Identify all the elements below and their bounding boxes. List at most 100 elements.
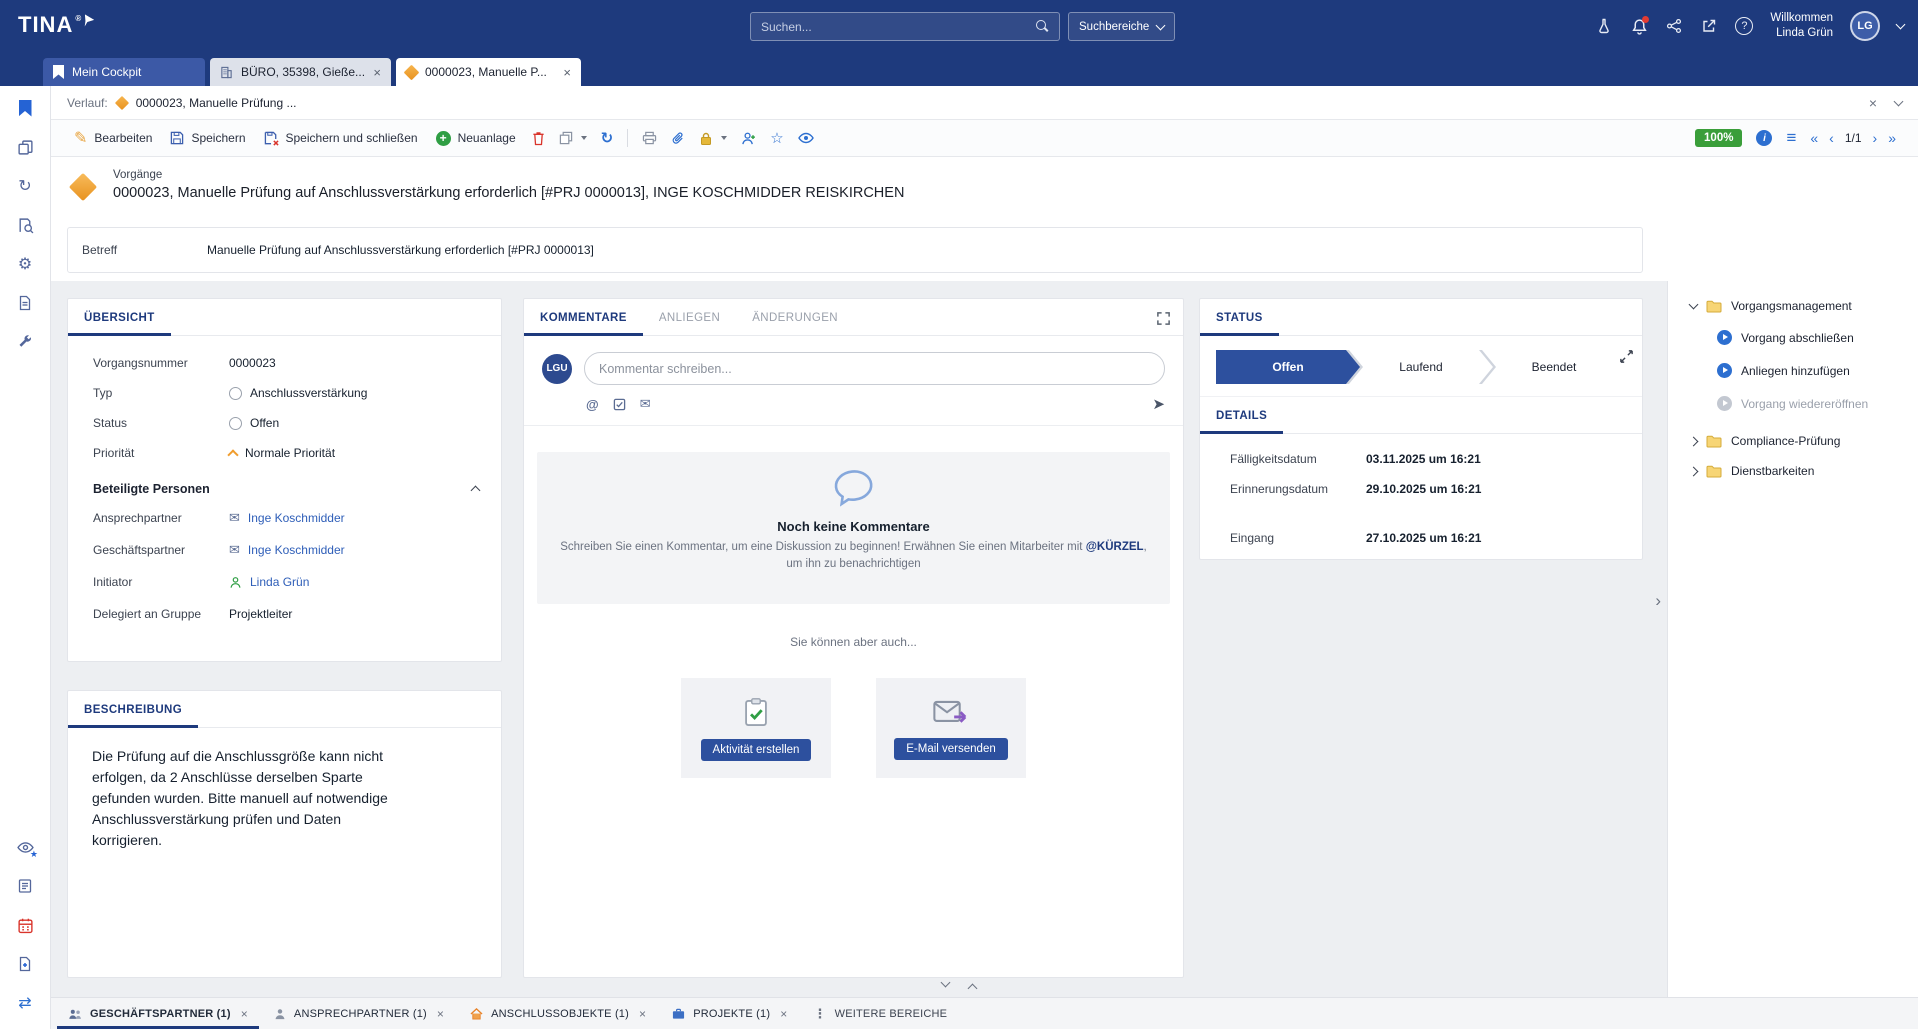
new-record-button[interactable]: + Neuanlage (427, 120, 525, 156)
bottom-tab-anschlussobjekte[interactable]: ANSCHLUSSOBJEKTE (1) × (457, 998, 659, 1029)
verlauf-expand-chevron-icon[interactable] (1894, 96, 1904, 106)
notifications-bell-icon[interactable] (1630, 17, 1648, 35)
close-icon[interactable]: × (241, 1007, 248, 1021)
chevron-right-icon[interactable] (1689, 436, 1699, 446)
lock-button[interactable] (692, 120, 734, 156)
radio-icon[interactable] (229, 387, 242, 400)
chevron-right-icon[interactable] (1689, 466, 1699, 476)
quick-action-email[interactable]: E-Mail versenden (876, 678, 1026, 778)
notes-icon[interactable] (15, 876, 35, 896)
history-icon[interactable]: ↻ (15, 176, 35, 196)
status-step-offen[interactable]: Offen (1216, 350, 1360, 384)
sync-icon[interactable]: ⇄ (15, 993, 35, 1013)
tab-aenderungen[interactable]: ÄNDERUNGEN (736, 299, 854, 336)
save-close-button[interactable]: Speichern und schließen (255, 120, 427, 156)
help-icon[interactable]: ? (1735, 17, 1753, 35)
comment-input[interactable] (584, 352, 1165, 385)
attachment-button[interactable] (664, 120, 692, 156)
watch-button[interactable] (791, 120, 821, 156)
send-email-button[interactable]: E-Mail versenden (894, 738, 1007, 760)
bottom-tab-projekte[interactable]: PROJEKTE (1) × (659, 998, 800, 1029)
nav-prev-button[interactable]: ‹ (1829, 130, 1834, 146)
favorite-button[interactable]: ☆ (763, 120, 790, 156)
watchlist-eye-icon[interactable]: ★ (15, 837, 35, 857)
person-link[interactable]: Inge Koschmidder (248, 543, 345, 557)
delete-button[interactable] (525, 120, 552, 156)
tools-wrench-icon[interactable] (15, 332, 35, 352)
hamburger-menu-icon[interactable]: ≡ (1786, 128, 1796, 148)
user-menu-chevron-icon[interactable] (1896, 20, 1906, 30)
aktionen-collapse-chevron[interactable]: › (1651, 587, 1665, 615)
flask-icon[interactable] (1595, 17, 1613, 35)
tab-buero[interactable]: BÜRO, 35398, Gieße... × (210, 58, 391, 86)
betreff-field[interactable]: Betreff Manuelle Prüfung auf Anschlussve… (67, 227, 1643, 273)
copy-pages-icon[interactable] (15, 137, 35, 157)
checklist-icon[interactable] (613, 398, 626, 411)
radio-icon[interactable] (229, 417, 242, 430)
new-document-icon[interactable] (15, 954, 35, 974)
bottom-tab-geschaeftspartner[interactable]: GESCHÄFTSPARTNER (1) × (55, 998, 261, 1029)
edit-button[interactable]: ✎ Bearbeiten (65, 120, 161, 156)
bottom-tab-weitere-bereiche[interactable]: ⋮ WEITERE BEREICHE (800, 998, 960, 1029)
mention-icon[interactable]: @ (586, 397, 599, 412)
calendar-icon[interactable] (15, 915, 35, 935)
nav-first-button[interactable]: « (1810, 130, 1818, 146)
share-icon[interactable] (1665, 17, 1683, 35)
beteiligte-personen-heading[interactable]: Beteiligte Personen (68, 468, 501, 502)
user-avatar[interactable]: LG (1850, 11, 1880, 41)
person-link[interactable]: Inge Koschmidder (248, 511, 345, 525)
tab-kommentare[interactable]: KOMMENTARE (524, 299, 643, 336)
print-button[interactable] (635, 120, 664, 156)
collapse-up-icon[interactable] (968, 984, 978, 994)
close-icon[interactable]: × (437, 1007, 444, 1021)
refresh-button[interactable]: ↻ (594, 120, 621, 156)
tree-group-vorgangsmanagement[interactable]: Vorgangsmanagement (1690, 291, 1896, 321)
email-icon[interactable]: ✉ (640, 396, 651, 412)
chevron-down-icon[interactable] (1689, 300, 1699, 310)
search-scope-button[interactable]: Suchbereiche (1068, 12, 1175, 41)
tab-beschreibung[interactable]: BESCHREIBUNG (68, 691, 198, 728)
tab-anliegen[interactable]: ANLIEGEN (643, 299, 736, 336)
verlauf-current-item[interactable]: 0000023, Manuelle Prüfung ... (136, 96, 297, 110)
copy-button[interactable] (552, 120, 594, 156)
expand-icon[interactable] (1619, 349, 1634, 369)
create-activity-button[interactable]: Aktivität erstellen (701, 739, 812, 761)
document-search-icon[interactable] (15, 215, 35, 235)
info-icon[interactable]: i (1756, 130, 1772, 146)
tina-logo[interactable]: TINA® (18, 12, 94, 38)
close-icon[interactable]: × (373, 65, 381, 80)
tab-status[interactable]: STATUS (1200, 299, 1279, 336)
assign-person-button[interactable] (734, 120, 763, 156)
status-step-laufend[interactable]: Laufend (1349, 350, 1493, 384)
person-link[interactable]: Linda Grün (250, 575, 309, 589)
status-step-beendet[interactable]: Beendet (1482, 350, 1626, 384)
tab-uebersicht[interactable]: ÜBERSICHT (68, 299, 171, 336)
nav-last-button[interactable]: » (1888, 130, 1896, 146)
tab-mein-cockpit[interactable]: Mein Cockpit (43, 58, 205, 86)
bottom-tab-ansprechpartner[interactable]: ANSPRECHPARTNER (1) × (261, 998, 457, 1029)
tree-group-dienstbarkeiten[interactable]: Dienstbarkeiten (1690, 456, 1896, 486)
tab-details[interactable]: DETAILS (1200, 397, 1283, 434)
verlauf-close-icon[interactable]: × (1869, 95, 1877, 111)
close-icon[interactable]: × (780, 1007, 787, 1021)
settings-gear-icon[interactable]: ⚙ (15, 254, 35, 274)
search-input[interactable] (761, 20, 1036, 34)
documents-icon[interactable] (15, 293, 35, 313)
zoom-badge[interactable]: 100% (1695, 129, 1742, 147)
collapse-chevron-icon[interactable] (471, 486, 481, 496)
tab-vorgang-0000023[interactable]: 0000023, Manuelle P... × (396, 58, 581, 86)
tree-group-compliance-pruefung[interactable]: Compliance-Prüfung (1690, 426, 1896, 456)
action-vorgang-abschliessen[interactable]: Vorgang abschließen (1717, 321, 1896, 354)
search-icon[interactable] (1036, 20, 1049, 33)
close-icon[interactable]: × (639, 1007, 646, 1021)
send-icon[interactable]: ➤ (1152, 395, 1165, 413)
bookmarks-icon[interactable] (15, 98, 35, 118)
external-link-icon[interactable] (1700, 17, 1718, 35)
save-button[interactable]: Speichern (161, 120, 254, 156)
action-anliegen-hinzufuegen[interactable]: Anliegen hinzufügen (1717, 354, 1896, 387)
close-icon[interactable]: × (563, 65, 571, 80)
fullscreen-icon[interactable] (1156, 311, 1171, 331)
nav-next-button[interactable]: › (1873, 130, 1878, 146)
quick-action-activity[interactable]: Aktivität erstellen (681, 678, 831, 778)
global-search[interactable] (750, 12, 1060, 41)
